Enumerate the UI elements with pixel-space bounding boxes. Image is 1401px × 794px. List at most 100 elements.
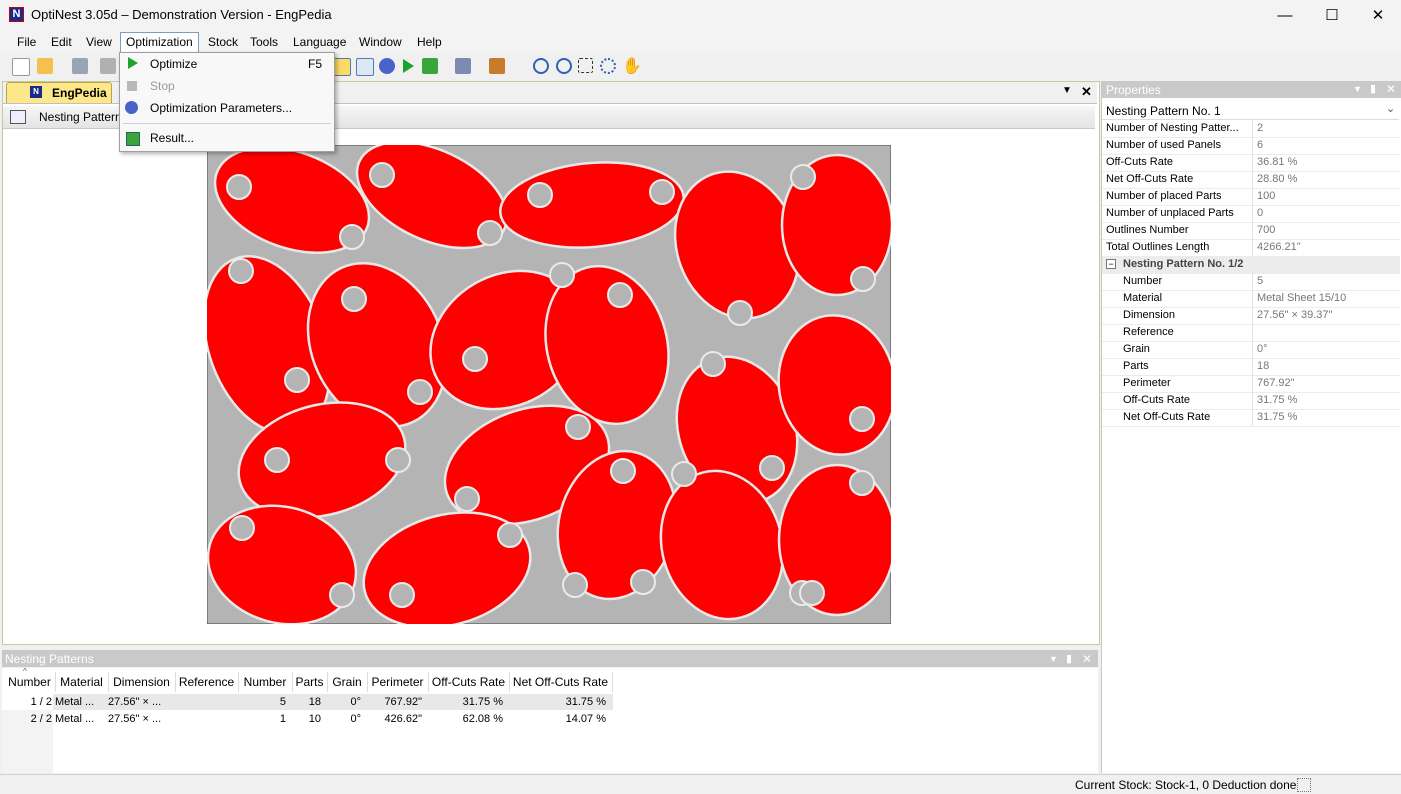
close-window-icon[interactable]: ✕ xyxy=(1355,0,1401,30)
nesting-patterns-header xyxy=(2,650,1098,667)
collapse-icon[interactable]: − xyxy=(1106,259,1116,269)
property-row[interactable]: Number of used Panels 6 xyxy=(1102,137,1400,155)
table-cell: 18 xyxy=(308,696,321,708)
column-header[interactable]: Parts xyxy=(292,672,328,692)
column-header[interactable]: Number xyxy=(4,672,56,692)
menu-help[interactable]: Help xyxy=(412,33,447,52)
column-header[interactable]: Dimension xyxy=(108,672,176,692)
menu-stock[interactable]: Stock xyxy=(203,33,243,52)
column-header[interactable]: Perimeter xyxy=(367,672,429,692)
save-icon[interactable] xyxy=(72,58,88,74)
column-divider xyxy=(1252,375,1253,392)
column-header[interactable]: Number xyxy=(238,672,293,692)
property-row[interactable]: Material Metal Sheet 15/10 xyxy=(1102,290,1400,308)
minimize-icon[interactable]: — xyxy=(1262,0,1308,30)
property-row[interactable]: Total Outlines Length 4266.21" xyxy=(1102,239,1400,257)
property-row[interactable]: Number 5 xyxy=(1102,273,1400,291)
property-name: Net Off-Cuts Rate xyxy=(1123,411,1211,423)
property-group-title: Nesting Pattern No. 1/2 xyxy=(1123,258,1244,270)
property-group-header[interactable]: − Nesting Pattern No. 1/2 xyxy=(1102,256,1400,274)
property-name: Reference xyxy=(1123,326,1174,338)
property-row[interactable]: Net Off-Cuts Rate 28.80 % xyxy=(1102,171,1400,189)
property-value: 100 xyxy=(1257,190,1276,202)
menu-view[interactable]: View xyxy=(81,33,117,52)
play-icon[interactable] xyxy=(403,59,414,73)
stock-icon[interactable] xyxy=(489,58,505,74)
column-header[interactable]: Material xyxy=(55,672,109,692)
edit-pattern-icon[interactable] xyxy=(10,110,26,124)
chevron-down-icon[interactable]: ⌄ xyxy=(1386,102,1395,115)
property-row[interactable]: Parts 18 xyxy=(1102,358,1400,376)
menu-optimization[interactable]: Optimization xyxy=(120,32,199,52)
table-cell: 31.75 % xyxy=(565,696,606,708)
zoom-out-icon[interactable] xyxy=(556,58,572,74)
property-value: 4266.21" xyxy=(1257,241,1301,253)
zoom-fit-icon[interactable] xyxy=(578,58,593,73)
pin-icon[interactable]: ▮ xyxy=(1370,82,1376,95)
zoom-window-icon[interactable] xyxy=(600,58,616,74)
tab-list-chevron-icon[interactable]: ▼ xyxy=(1062,85,1072,96)
property-row[interactable]: Number of unplaced Parts 0 xyxy=(1102,205,1400,223)
properties-toggle-icon[interactable] xyxy=(333,58,351,76)
part-hole xyxy=(849,406,875,432)
property-name: Net Off-Cuts Rate xyxy=(1106,173,1194,185)
menu-tools[interactable]: Tools xyxy=(245,33,283,52)
menu-item-optimize[interactable]: Optimize xyxy=(150,57,197,71)
property-row[interactable]: Grain 0° xyxy=(1102,341,1400,359)
menu-item-result[interactable]: Result... xyxy=(150,131,194,145)
menu-edit[interactable]: Edit xyxy=(46,33,77,52)
property-row[interactable]: Number of placed Parts 100 xyxy=(1102,188,1400,206)
pin-icon[interactable]: ▮ xyxy=(1066,652,1072,665)
table-cell: Metal ... xyxy=(55,713,95,725)
table-cell: 14.07 % xyxy=(565,713,606,725)
window-title: OptiNest 3.05d – Demonstration Version -… xyxy=(31,7,332,22)
property-name: Perimeter xyxy=(1123,377,1171,389)
property-value: 767.92" xyxy=(1257,377,1295,389)
property-value: 700 xyxy=(1257,224,1276,236)
new-file-icon[interactable] xyxy=(12,58,30,76)
print-icon[interactable] xyxy=(100,58,116,74)
part-hole xyxy=(407,379,433,405)
maximize-icon[interactable]: ☐ xyxy=(1309,0,1355,30)
property-row[interactable]: Dimension 27.56" × 39.37" xyxy=(1102,307,1400,325)
column-divider xyxy=(1252,137,1253,154)
pan-hand-icon[interactable]: ✋ xyxy=(622,56,642,76)
part-hole xyxy=(229,515,255,541)
close-panel-icon[interactable]: ✕ xyxy=(1082,652,1092,666)
part-hole xyxy=(549,262,575,288)
edit-icon[interactable] xyxy=(356,58,374,76)
zoom-in-icon[interactable] xyxy=(533,58,549,74)
panel-menu-chevron-icon[interactable]: ▼ xyxy=(1353,84,1362,94)
column-header[interactable]: Off-Cuts Rate xyxy=(428,672,510,692)
property-row[interactable]: Net Off-Cuts Rate 31.75 % xyxy=(1102,409,1400,427)
gear-icon[interactable] xyxy=(379,58,395,74)
nesting-sheet[interactable] xyxy=(207,145,891,624)
menu-language[interactable]: Language xyxy=(288,33,351,52)
menu-window[interactable]: Window xyxy=(354,33,407,52)
close-panel-icon[interactable]: ✕ xyxy=(1386,82,1396,96)
menu-file[interactable]: File xyxy=(12,33,41,52)
gear-icon xyxy=(125,101,138,114)
property-row[interactable]: Outlines Number 700 xyxy=(1102,222,1400,240)
property-row[interactable]: Off-Cuts Rate 31.75 % xyxy=(1102,392,1400,410)
column-header[interactable]: Grain xyxy=(327,672,368,692)
property-row[interactable]: Reference xyxy=(1102,324,1400,342)
result-icon[interactable] xyxy=(422,58,438,74)
table-cell: Metal ... xyxy=(55,696,95,708)
column-divider xyxy=(1252,222,1253,239)
close-document-icon[interactable]: ✕ xyxy=(1081,84,1092,100)
property-row[interactable]: Perimeter 767.92" xyxy=(1102,375,1400,393)
panel-menu-chevron-icon[interactable]: ▼ xyxy=(1049,654,1058,664)
property-row[interactable]: Off-Cuts Rate 36.81 % xyxy=(1102,154,1400,172)
open-folder-icon[interactable] xyxy=(37,58,53,74)
part-hole xyxy=(700,351,726,377)
table-cell: 0° xyxy=(350,713,361,725)
layers-icon[interactable] xyxy=(455,58,471,74)
property-row[interactable]: Number of Nesting Patter... 2 xyxy=(1102,120,1400,138)
part-hole xyxy=(264,447,290,473)
menu-separator xyxy=(123,123,331,124)
menu-item-optimization-parameters[interactable]: Optimization Parameters... xyxy=(150,101,292,115)
column-header[interactable]: Reference xyxy=(175,672,239,692)
column-header[interactable]: Net Off-Cuts Rate xyxy=(509,672,613,692)
menu-item-stop[interactable]: Stop xyxy=(150,79,175,93)
